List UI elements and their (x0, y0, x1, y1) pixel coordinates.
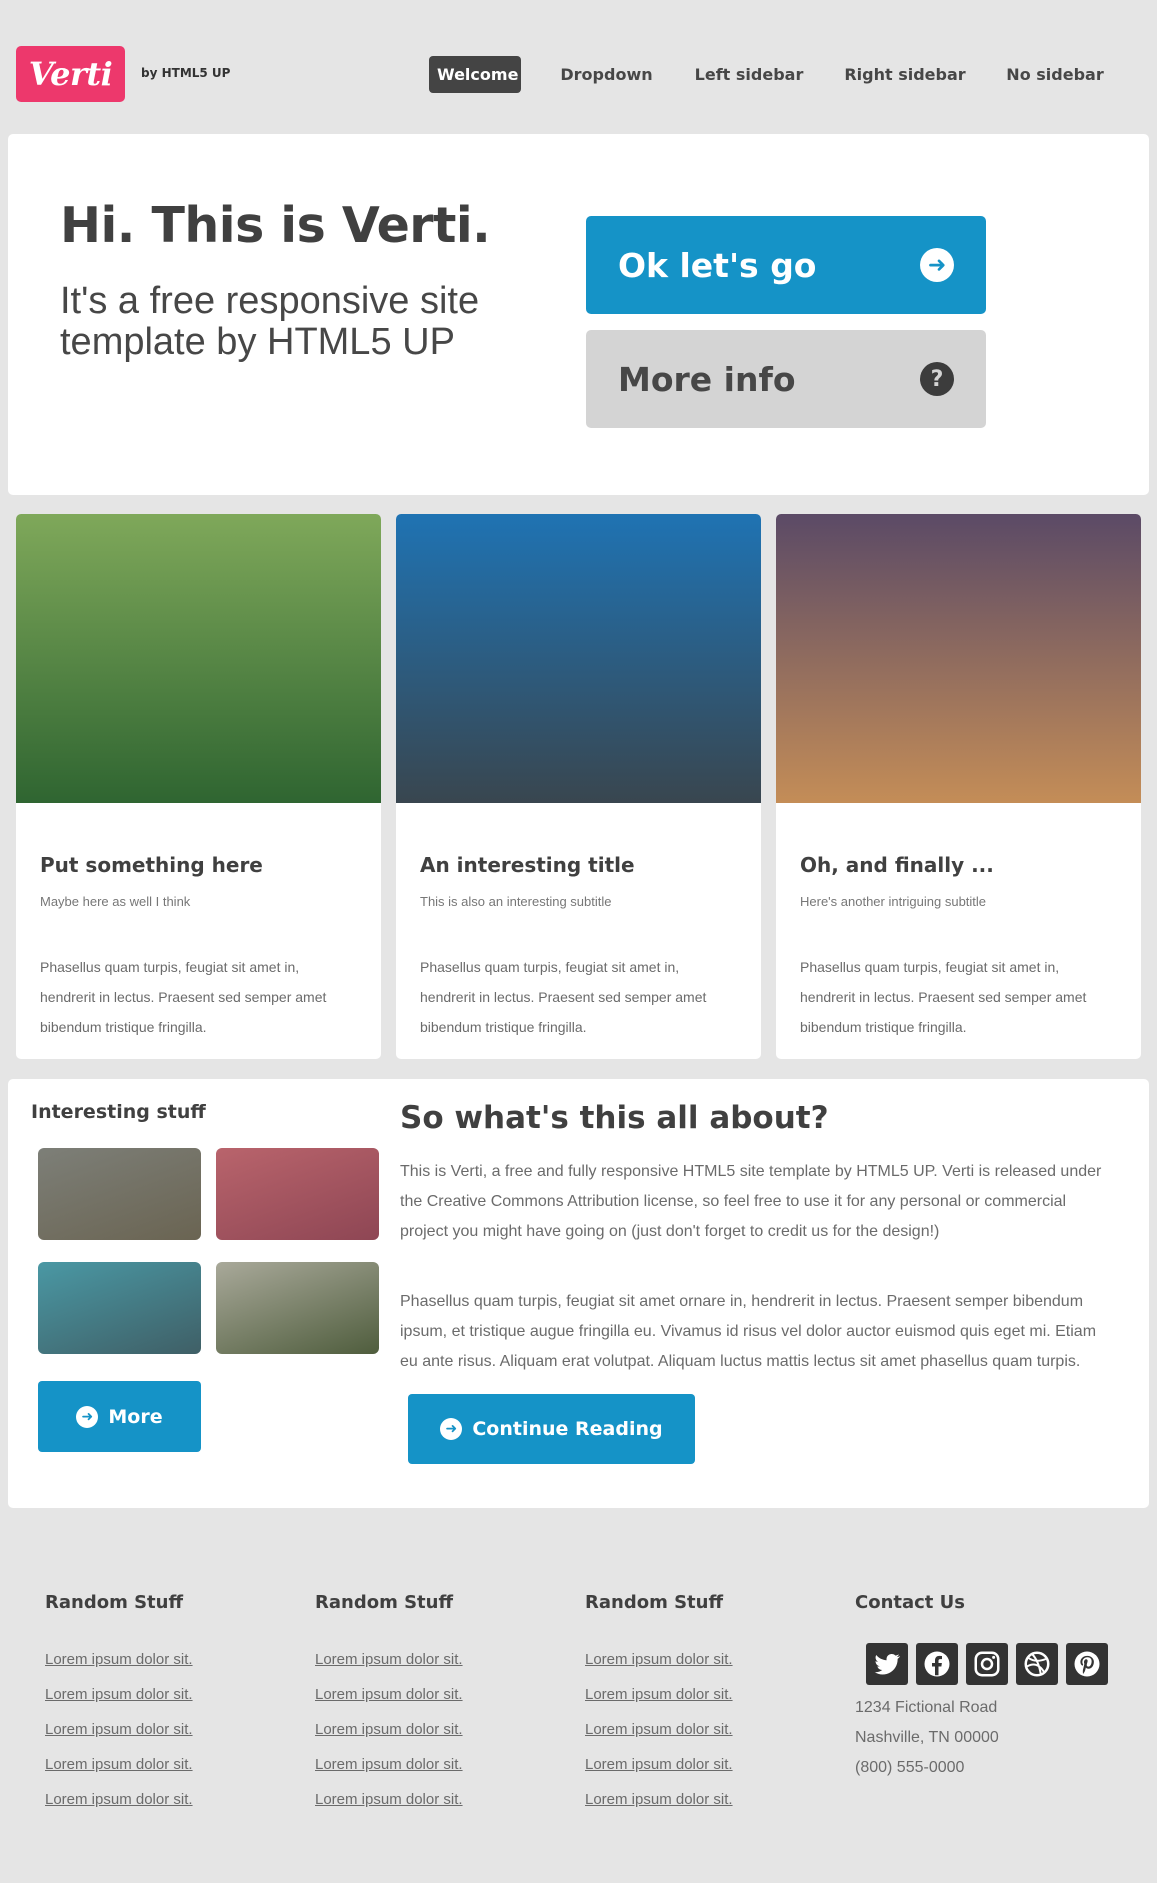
thumbnail-2[interactable] (216, 1148, 379, 1240)
footer-column-title-2: Random Stuff (315, 1592, 454, 1613)
footer-link[interactable]: Lorem ipsum dolor sit. (585, 1721, 733, 1738)
feature-title-1: Put something here (40, 853, 263, 877)
ok-lets-go-button[interactable]: Ok let's go ➜ (586, 216, 986, 314)
feature-body-2: Phasellus quam turpis, feugiat sit amet … (420, 959, 707, 1035)
footer-link[interactable]: Lorem ipsum dolor sit. (315, 1791, 463, 1808)
feature-subtitle-3: Here's another intriguing subtitle (800, 894, 987, 909)
feature-image-2[interactable] (396, 514, 761, 803)
continue-reading-label: Continue Reading (472, 1418, 663, 1440)
continue-reading-button[interactable]: ➜ Continue Reading (408, 1394, 695, 1464)
footer-link[interactable]: Lorem ipsum dolor sit. (45, 1791, 193, 1808)
feature-image-3[interactable] (776, 514, 1141, 803)
thumbnail-3[interactable] (38, 1262, 201, 1354)
feature-title-2: An interesting title (420, 853, 635, 877)
feature-subtitle-1: Maybe here as well I think (40, 894, 191, 909)
instagram-icon[interactable] (966, 1643, 1008, 1685)
facebook-icon[interactable] (916, 1643, 958, 1685)
arrow-right-circle-icon: ➜ (76, 1405, 99, 1428)
feature-subtitle-2: This is also an interesting subtitle (420, 894, 612, 909)
arrow-right-circle-icon: ➜ (440, 1418, 463, 1440)
feature-title-3: Oh, and finally ... (800, 853, 994, 877)
contact-address-line2: Nashville, TN 00000 (855, 1729, 999, 1746)
footer-link[interactable]: Lorem ipsum dolor sit. (585, 1651, 733, 1668)
sidebar-title: Interesting stuff (31, 1101, 206, 1123)
feature-image-1[interactable] (16, 514, 381, 803)
footer-link[interactable]: Lorem ipsum dolor sit. (585, 1756, 733, 1773)
thumbnail-1[interactable] (38, 1148, 201, 1240)
question-circle-icon: ? (920, 362, 954, 396)
site-byline: by HTML5 UP (141, 66, 231, 80)
footer-link[interactable]: Lorem ipsum dolor sit. (315, 1686, 463, 1703)
footer-link[interactable]: Lorem ipsum dolor sit. (315, 1721, 463, 1738)
more-info-label: More info (618, 359, 796, 399)
nav-dropdown[interactable]: Dropdown (553, 56, 660, 93)
footer-contact-title: Contact Us (855, 1592, 966, 1613)
arrow-right-circle-icon: ➜ (920, 248, 954, 282)
banner-subtitle: It's a free responsive site template by … (60, 280, 480, 363)
twitter-icon[interactable] (866, 1643, 908, 1685)
nav-no-sidebar[interactable]: No sidebar (1003, 56, 1107, 93)
nav-right-sidebar[interactable]: Right sidebar (840, 56, 970, 93)
more-button-label: More (108, 1405, 163, 1428)
main-paragraph-2: Phasellus quam turpis, feugiat sit amet … (400, 1293, 1097, 1370)
feature-body-3: Phasellus quam turpis, feugiat sit amet … (800, 959, 1087, 1035)
footer-link[interactable]: Lorem ipsum dolor sit. (45, 1686, 193, 1703)
feature-card-2: An interesting title This is also an int… (396, 514, 761, 1059)
thumbnail-4[interactable] (216, 1262, 379, 1354)
feature-card-1: Put something here Maybe here as well I … (16, 514, 381, 1059)
main-paragraph-1: This is Verti, a free and fully responsi… (400, 1163, 1102, 1240)
more-info-button[interactable]: More info ? (586, 330, 986, 428)
nav-left-sidebar[interactable]: Left sidebar (692, 56, 806, 93)
contact-address-line1: 1234 Fictional Road (855, 1699, 998, 1716)
footer-column-title-3: Random Stuff (585, 1592, 724, 1613)
feature-body-1: Phasellus quam turpis, feugiat sit amet … (40, 959, 327, 1035)
dribbble-icon[interactable] (1016, 1643, 1058, 1685)
footer-link[interactable]: Lorem ipsum dolor sit. (315, 1756, 463, 1773)
footer-link[interactable]: Lorem ipsum dolor sit. (45, 1721, 193, 1738)
nav-welcome[interactable]: Welcome (429, 56, 521, 93)
footer-link[interactable]: Lorem ipsum dolor sit. (45, 1756, 193, 1773)
more-button[interactable]: ➜ More (38, 1381, 201, 1452)
footer-link[interactable]: Lorem ipsum dolor sit. (585, 1686, 733, 1703)
footer-link[interactable]: Lorem ipsum dolor sit. (45, 1651, 193, 1668)
site-logo[interactable]: Verti (16, 46, 125, 102)
feature-card-3: Oh, and finally ... Here's another intri… (776, 514, 1141, 1059)
ok-lets-go-label: Ok let's go (618, 245, 817, 285)
footer-link[interactable]: Lorem ipsum dolor sit. (585, 1791, 733, 1808)
footer-link[interactable]: Lorem ipsum dolor sit. (315, 1651, 463, 1668)
pinterest-icon[interactable] (1066, 1643, 1108, 1685)
main-title: So what's this all about? (400, 1100, 829, 1136)
banner-title: Hi. This is Verti. (60, 197, 491, 254)
footer-column-title-1: Random Stuff (45, 1592, 184, 1613)
contact-phone: (800) 555-0000 (855, 1759, 965, 1776)
